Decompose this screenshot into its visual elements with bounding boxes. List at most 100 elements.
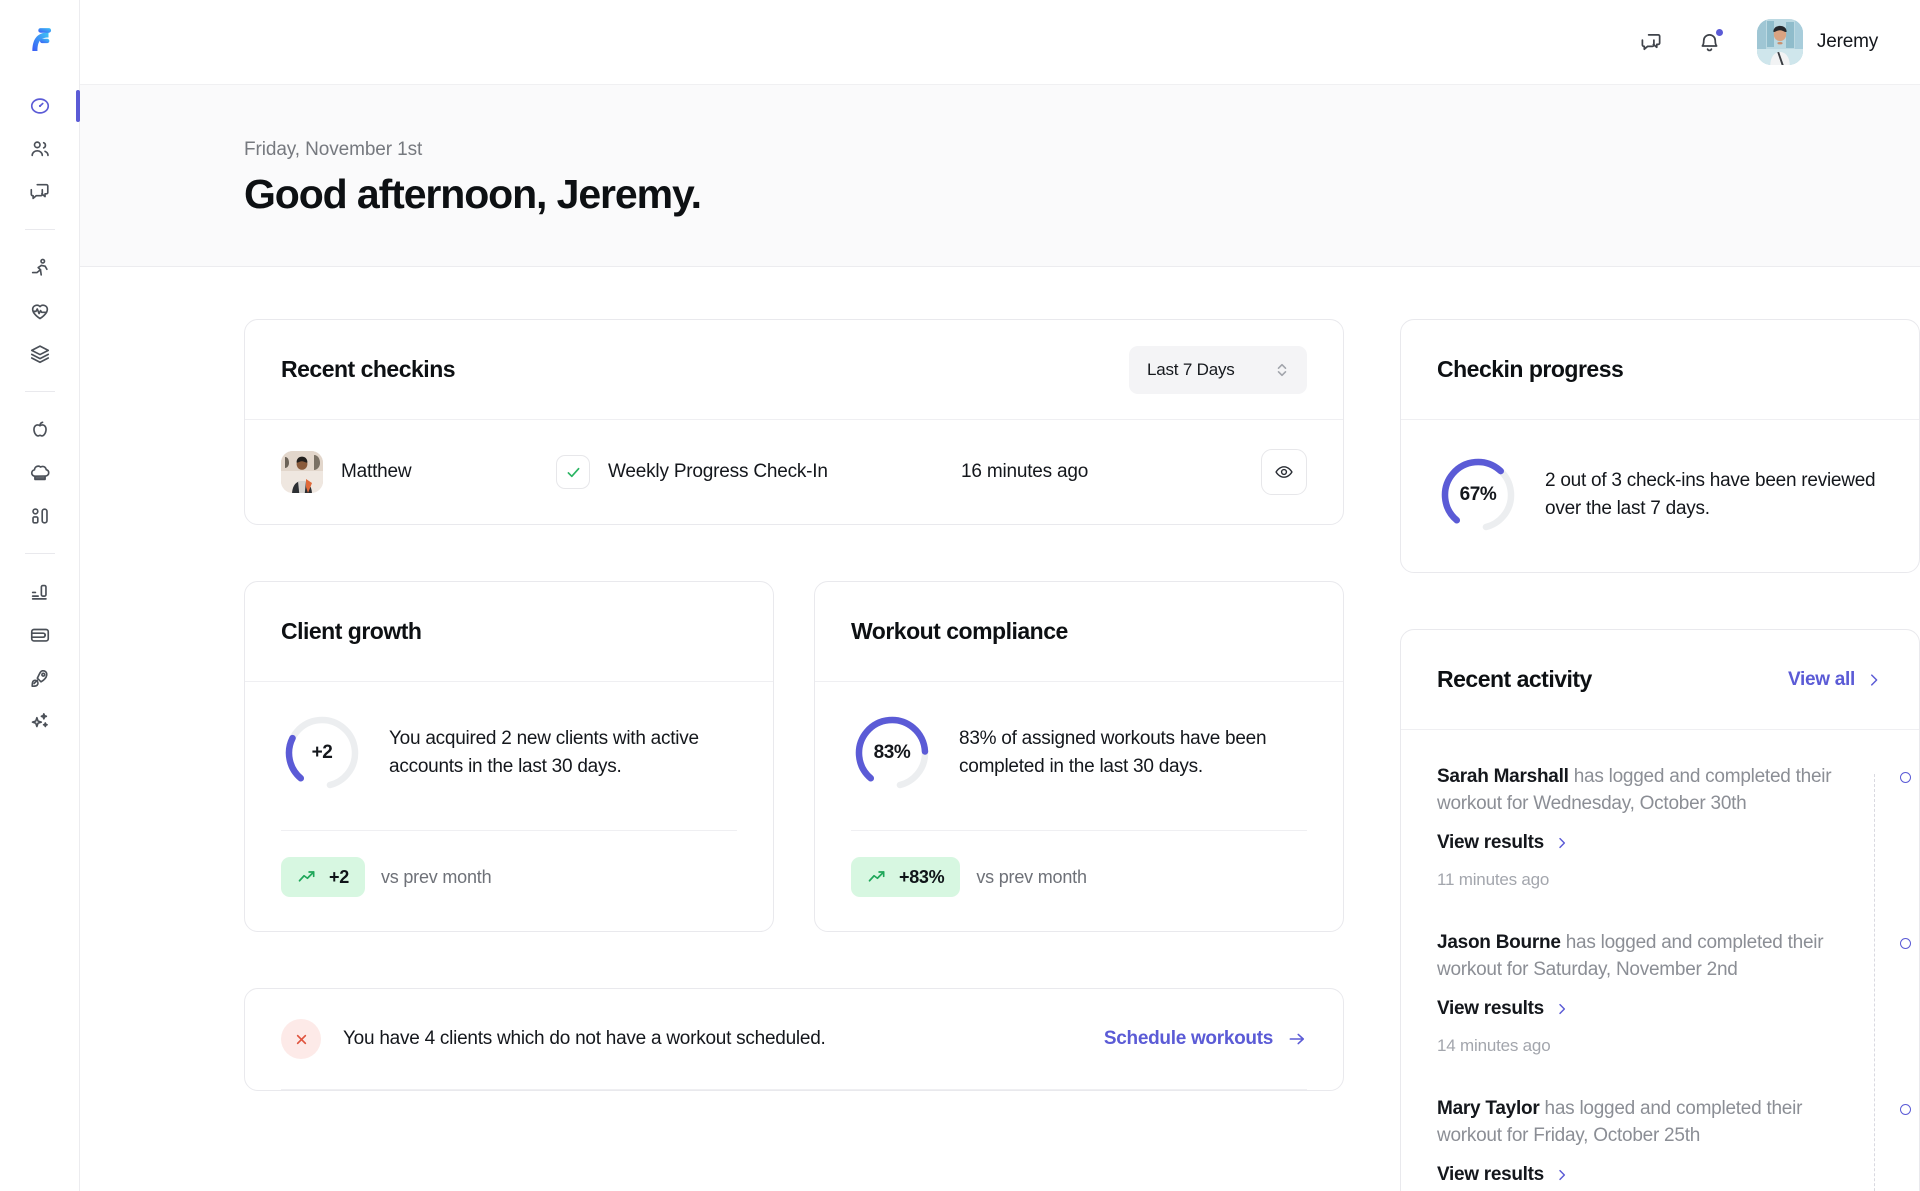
schedule-workouts-label: Schedule workouts [1103, 1028, 1273, 1049]
notifications-button[interactable] [1689, 21, 1731, 63]
view-results-label: View results [1437, 831, 1544, 853]
recent-checkins-card: Recent checkins Last 7 Days Matthew Week… [244, 319, 1344, 525]
sidebar-item-reports[interactable] [18, 570, 62, 613]
sidebar-divider [24, 391, 55, 392]
sparkles-icon [31, 712, 48, 727]
stat-main: +2 You acquired 2 new clients with activ… [281, 712, 737, 830]
card-body: +2 You acquired 2 new clients with activ… [245, 682, 773, 931]
sidebar-item-programs[interactable] [18, 332, 62, 375]
layers-icon [30, 344, 49, 363]
checkin-progress-ring: 67% [1437, 454, 1519, 536]
card-body: 67% 2 out of 3 check-ins have been revie… [1401, 420, 1919, 572]
sidebar-divider [24, 229, 55, 230]
view-results-link[interactable]: View results [1437, 1164, 1883, 1186]
rocket-icon [30, 669, 48, 687]
delta-value: +83% [899, 866, 945, 887]
chat-bubbles-icon [1641, 33, 1661, 50]
chevron-right-icon [1871, 673, 1878, 686]
client-growth-description: You acquired 2 new clients with active a… [389, 728, 699, 777]
greeting-banner: Friday, November 1st Good afternoon, Jer… [80, 85, 1920, 267]
delta-note: vs prev month [380, 866, 492, 887]
activity-text: Sarah Marshall has logged and completed … [1437, 764, 1837, 818]
view-checkin-button[interactable] [1261, 449, 1307, 495]
sidebar-item-automations[interactable] [18, 656, 62, 699]
schedule-workouts-link[interactable]: Schedule workouts [1104, 1028, 1307, 1050]
bar-chart-icon [31, 584, 47, 600]
client-growth-card: Client growth +2 You acquired 2 new clie… [244, 581, 774, 932]
view-all-link[interactable]: View all [1788, 669, 1883, 691]
checkin-progress-title: Checkin progress [1437, 356, 1624, 382]
fitness-logo[interactable] [18, 18, 62, 62]
sidebar-group-1 [0, 84, 80, 213]
workout-compliance-card: Workout compliance 83% 83% of assigned w… [814, 581, 1344, 932]
wallet-icon [30, 628, 49, 642]
chevron-updown-icon [1275, 361, 1289, 379]
sidebar-item-nutrition[interactable] [18, 408, 62, 451]
chevron-right-icon [1559, 1169, 1566, 1180]
sidebar-item-plans[interactable] [18, 494, 62, 537]
activity-person: Mary Taylor [1437, 1097, 1540, 1119]
delta-note: vs prev month [976, 866, 1087, 887]
card-header: Client growth [245, 582, 773, 682]
right-column: Checkin progress 67% 2 out of 3 check-in… [1400, 319, 1920, 1191]
list-item: Jason Bourne has logged and completed th… [1437, 930, 1911, 1096]
sidebar-divider [24, 553, 55, 554]
arrow-right-icon [1289, 1033, 1305, 1045]
stat-footer: +83% vs prev month [851, 830, 1307, 897]
sidebar-item-payments[interactable] [18, 613, 62, 656]
delta-value: +2 [329, 866, 349, 887]
date-range-value: Last 7 Days [1147, 359, 1235, 379]
user-menu[interactable]: Jeremy [1756, 19, 1878, 65]
sidebar-group-3 [0, 408, 79, 537]
checkin-progress-card: Checkin progress 67% 2 out of 3 check-in… [1400, 319, 1920, 573]
user-name: Jeremy [1816, 31, 1878, 52]
view-all-label: View all [1788, 668, 1855, 690]
messages-button[interactable] [1631, 21, 1673, 63]
workout-compliance-ring-label: 83% [873, 742, 911, 763]
timeline-dot-icon [1900, 772, 1911, 783]
workout-compliance-ring: 83% [851, 712, 933, 794]
sidebar-item-clients[interactable] [18, 127, 62, 170]
checkin-client: Matthew [281, 451, 556, 493]
checkin-progress-description: 2 out of 3 check-ins have been reviewed … [1545, 470, 1876, 519]
sidebar-item-health[interactable] [18, 289, 62, 332]
timeline-dot-icon [1900, 937, 1911, 949]
client-name: Matthew [341, 461, 412, 482]
sidebar-item-dashboard[interactable] [18, 84, 80, 127]
view-results-label: View results [1437, 1163, 1544, 1185]
alert-row: You have 4 clients which do not have a w… [245, 989, 1343, 1089]
activity-text: Jason Bourne has logged and completed th… [1437, 930, 1837, 984]
sidebar-group-2 [0, 246, 79, 375]
speedometer-icon [30, 97, 49, 114]
client-growth-ring-label: +2 [311, 742, 333, 763]
card-header: Recent activity View all [1401, 630, 1919, 730]
stat-cards: Client growth +2 You acquired 2 new clie… [244, 581, 1344, 932]
chevron-right-icon [1559, 1003, 1566, 1014]
stat-footer: +2 vs prev month [281, 830, 737, 897]
activity-time: 11 minutes ago [1437, 869, 1550, 889]
table-row[interactable]: Matthew Weekly Progress Check-In 16 minu… [245, 420, 1343, 524]
eye-icon [1275, 466, 1293, 478]
sidebar-item-ai-assistant[interactable] [18, 699, 62, 742]
trend-up-icon [298, 871, 315, 882]
greeting-date: Friday, November 1st [244, 139, 423, 160]
client-growth-title: Client growth [281, 618, 422, 644]
view-results-link[interactable]: View results [1437, 998, 1883, 1020]
sidebar-item-recipes[interactable] [18, 451, 62, 494]
sidebar-item-messages[interactable] [18, 170, 62, 213]
checkin-type-label: Weekly Progress Check-In [608, 461, 828, 482]
sidebar-item-workouts[interactable] [18, 246, 62, 289]
heart-pulse-icon [31, 303, 48, 319]
date-range-select[interactable]: Last 7 Days [1129, 345, 1307, 394]
activity-text: Mary Taylor has logged and completed the… [1437, 1096, 1837, 1150]
active-indicator [75, 89, 80, 122]
card-header: Recent checkins Last 7 Days [245, 320, 1343, 420]
view-results-link[interactable]: View results [1437, 832, 1883, 854]
card-header: Checkin progress [1401, 320, 1919, 420]
timeline-dot-icon [1900, 1103, 1911, 1115]
recent-checkins-title: Recent checkins [281, 356, 456, 382]
stat-main: 83% 83% of assigned workouts have been c… [851, 712, 1307, 830]
sidebar-group-4 [0, 570, 79, 742]
workout-compliance-delta-badge: +83% [851, 857, 961, 897]
check-icon [556, 455, 590, 489]
